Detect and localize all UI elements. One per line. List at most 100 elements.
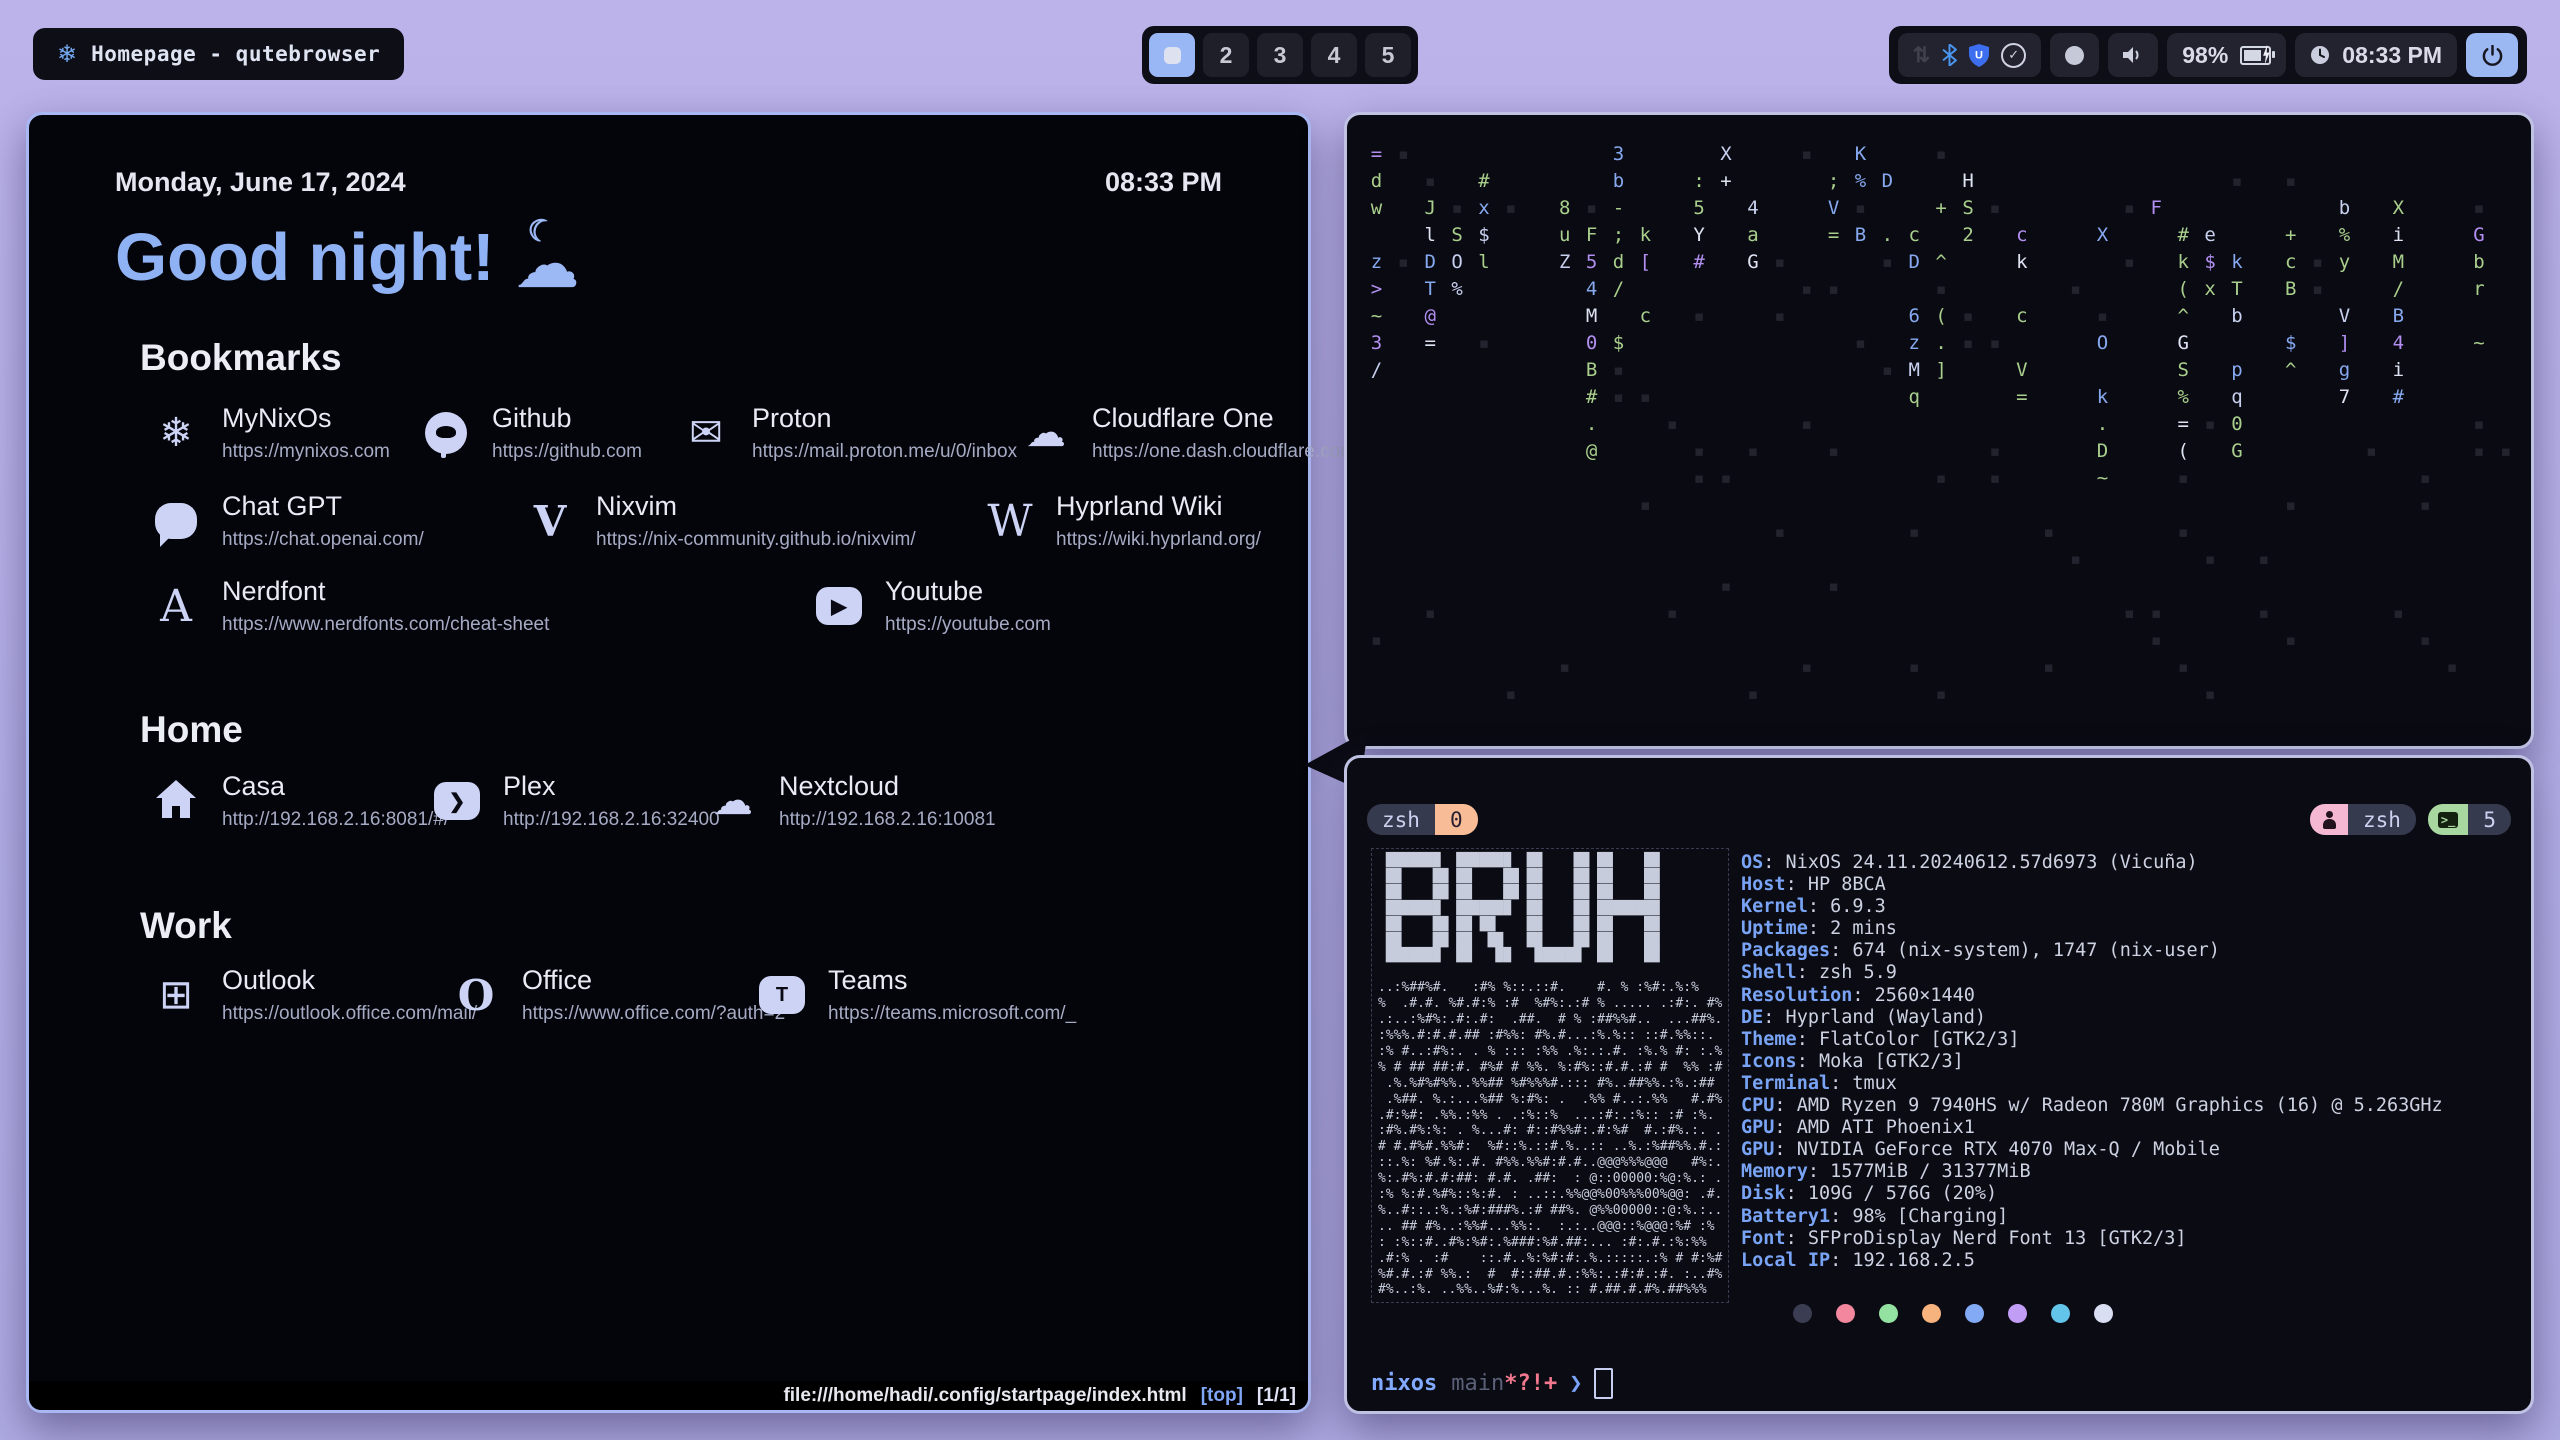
bookmark-mynixos[interactable]: ❄MyNixOshttps://mynixos.com bbox=[150, 403, 390, 463]
bookmark-office[interactable]: OOfficehttps://www.office.com/?auth=2 bbox=[450, 965, 785, 1025]
fetch-info-line: Shell: zsh 5.9 bbox=[1741, 962, 2443, 984]
nixvim-icon: V bbox=[524, 495, 576, 547]
bookmark-url: https://one.dash.cloudflare.com/ bbox=[1092, 441, 1361, 463]
terminal-cursor bbox=[1594, 1368, 1613, 1399]
bookmark-url: https://chat.openai.com/ bbox=[222, 529, 424, 551]
fetch-info-line: DE: Hyprland (Wayland) bbox=[1741, 1007, 2443, 1029]
bookmark-url: http://192.168.2.16:10081 bbox=[779, 809, 996, 831]
tray-group-connectivity[interactable]: ⇅ U ✓ bbox=[1898, 33, 2042, 77]
startpage-sections: Bookmarks❄MyNixOshttps://mynixos.comGith… bbox=[140, 115, 1250, 1410]
tray-group-clock[interactable]: 08:33 PM bbox=[2295, 33, 2457, 77]
bookmark-url: https://github.com bbox=[492, 441, 642, 463]
bookmark-url: https://teams.microsoft.com/_ bbox=[828, 1003, 1076, 1025]
bookmark-youtube[interactable]: ▶ Youtube https://youtube.com bbox=[813, 576, 1051, 636]
youtube-icon: ▶ bbox=[813, 580, 865, 632]
tray-group-volume[interactable] bbox=[2108, 33, 2158, 77]
fetch-info-line: GPU: AMD ATI Phoenix1 bbox=[1741, 1117, 2443, 1139]
bookmark-name: Office bbox=[522, 965, 785, 996]
bookmark-hyprland-wiki[interactable]: WHyprland Wikihttps://wiki.hyprland.org/ bbox=[984, 491, 1261, 551]
statusbar-scroll-position: [top] bbox=[1201, 1385, 1243, 1407]
tmux-session-pill[interactable]: zsh 0 bbox=[1367, 804, 1478, 835]
section-title-home: Home bbox=[140, 709, 243, 751]
bookmark-url: https://nix-community.github.io/nixvim/ bbox=[596, 529, 916, 551]
bookmark-outlook[interactable]: ⊞Outlookhttps://outlook.office.com/mail/ bbox=[150, 965, 477, 1025]
qutebrowser-window[interactable]: Monday, June 17, 2024 08:33 PM Good nigh… bbox=[26, 112, 1311, 1413]
workspace-button-1[interactable] bbox=[1149, 33, 1195, 77]
cloud-icon: ☁ bbox=[1020, 407, 1072, 459]
bookmark-cloudflare-one[interactable]: ☁ Cloudflare One https://one.dash.cloudfla… bbox=[1020, 403, 1361, 463]
nerdfont-icon: A bbox=[150, 580, 202, 632]
bookmark-name: Cloudflare One bbox=[1092, 403, 1361, 434]
prompt-host: nixos bbox=[1371, 1371, 1437, 1396]
fetch-terminal-window[interactable]: zsh 0 zsh >_ 5 ███████ ███████ ██ ██ ██ … bbox=[1344, 755, 2534, 1414]
tmux-shell-pill[interactable]: zsh bbox=[2310, 804, 2416, 835]
qutebrowser-statusbar: file:///home/hadi/.config/startpage/inde… bbox=[29, 1381, 1308, 1410]
fetch-info-line: Font: SFProDisplay Nerd Font 13 [GTK2/3] bbox=[1741, 1228, 2443, 1250]
fetch-info-line: Memory: 1577MiB / 31377MiB bbox=[1741, 1161, 2443, 1183]
fetch-info-line: Theme: FlatColor [GTK2/3] bbox=[1741, 1029, 2443, 1051]
fetch-info-line: Local IP: 192.168.2.5 bbox=[1741, 1250, 2443, 1272]
workspace-button-5[interactable]: 5 bbox=[1365, 33, 1411, 77]
bookmark-chat-gpt[interactable]: Chat GPT https://chat.openai.com/ bbox=[150, 491, 424, 551]
clock-icon bbox=[2310, 45, 2330, 65]
tmux-window-index: 0 bbox=[1435, 804, 1478, 835]
palette-dot bbox=[1793, 1304, 1812, 1323]
palette-dot bbox=[2051, 1304, 2070, 1323]
power-button[interactable] bbox=[2466, 33, 2518, 77]
palette-dot bbox=[2008, 1304, 2027, 1323]
bookmark-nextcloud[interactable]: ☁ Nextcloud http://192.168.2.16:10081 bbox=[707, 771, 996, 831]
bookmark-name: Nixvim bbox=[596, 491, 916, 522]
bookmark-casa[interactable]: Casahttp://192.168.2.16:8081/#/ bbox=[150, 771, 449, 831]
bookmark-url: https://youtube.com bbox=[885, 614, 1051, 636]
bookmark-url: https://www.office.com/?auth=2 bbox=[522, 1003, 785, 1025]
bookmark-teams[interactable]: TTeamshttps://teams.microsoft.com/_ bbox=[756, 965, 1076, 1025]
bookmark-plex[interactable]: ❯Plexhttp://192.168.2.16:32400 bbox=[431, 771, 720, 831]
terminal-icon: >_ bbox=[2428, 804, 2468, 835]
palette-dot bbox=[2094, 1304, 2113, 1323]
palette-dot bbox=[1922, 1304, 1941, 1323]
fetch-ascii-art: ███████ ███████ ██ ██ ██ ██ ██ ██ ██ ██ … bbox=[1371, 848, 1729, 1303]
shell-prompt[interactable]: nixos main *?!+ ❯ bbox=[1371, 1368, 1613, 1399]
fetch-info-line: OS: NixOS 24.11.20240612.57d6973 (Vicuña… bbox=[1741, 852, 2443, 874]
workspace-button-3[interactable]: 3 bbox=[1257, 33, 1303, 77]
nix-snowflake-icon: ❄ bbox=[57, 40, 77, 69]
prompt-arrow: ❯ bbox=[1569, 1371, 1582, 1396]
prompt-git-flags: *?!+ bbox=[1504, 1371, 1557, 1396]
bluetooth-icon bbox=[1942, 44, 1957, 66]
bookmark-name: Youtube bbox=[885, 576, 1051, 607]
github-icon bbox=[420, 407, 472, 459]
matrix-terminal-window[interactable]: =▪ 3 X ▪ K ▪ d ▪ # b :+ ;%D H ▪ ▪ w J▪x▪… bbox=[1344, 112, 2534, 749]
bookmark-name: Github bbox=[492, 403, 642, 434]
bookmark-github[interactable]: Github https://github.com bbox=[420, 403, 642, 463]
palette-dot bbox=[1965, 1304, 1984, 1323]
fetch-info-line: Kernel: 6.9.3 bbox=[1741, 896, 2443, 918]
workspace-button-2[interactable]: 2 bbox=[1203, 33, 1249, 77]
tmux-shell-name: zsh bbox=[2348, 804, 2416, 835]
bookmark-name: Casa bbox=[222, 771, 449, 802]
bookmark-url: https://mynixos.com bbox=[222, 441, 390, 463]
bookmark-row: ❄MyNixOshttps://mynixos.com Github https:/… bbox=[140, 403, 1250, 483]
bookmark-name: Chat GPT bbox=[222, 491, 424, 522]
terminal-color-palette bbox=[1793, 1304, 2113, 1323]
tmux-session-name: zsh bbox=[1367, 804, 1435, 835]
battery-percent: 98% bbox=[2182, 42, 2228, 69]
bookmark-nerdfont[interactable]: ANerdfonthttps://www.nerdfonts.com/cheat… bbox=[150, 576, 549, 636]
bookmark-proton[interactable]: ✉Protonhttps://mail.proton.me/u/0/inbox bbox=[680, 403, 1017, 463]
workspaces: 2345 bbox=[1142, 26, 1418, 84]
plex-icon: ❯ bbox=[431, 775, 483, 827]
fetch-info: OS: NixOS 24.11.20240612.57d6973 (Vicuña… bbox=[1741, 852, 2443, 1272]
network-arrows-icon: ⇅ bbox=[1913, 43, 1931, 68]
bookmark-name: Teams bbox=[828, 965, 1076, 996]
volume-icon bbox=[2123, 46, 2143, 64]
tray-group-record[interactable] bbox=[2050, 33, 2099, 77]
prompt-git-branch: main bbox=[1451, 1371, 1504, 1396]
bookmark-name: Nextcloud bbox=[779, 771, 996, 802]
bookmark-nixvim[interactable]: V Nixvim https://nix-community.github.io/n… bbox=[524, 491, 916, 551]
bookmark-url: https://wiki.hyprland.org/ bbox=[1056, 529, 1261, 551]
tray-group-battery[interactable]: 98% bbox=[2167, 33, 2286, 77]
cloud-icon: ☁ bbox=[707, 775, 759, 827]
workspace-button-4[interactable]: 4 bbox=[1311, 33, 1357, 77]
tmux-window-count-pill[interactable]: >_ 5 bbox=[2428, 804, 2511, 835]
fetch-info-line: Uptime: 2 mins bbox=[1741, 918, 2443, 940]
palette-dot bbox=[1879, 1304, 1898, 1323]
